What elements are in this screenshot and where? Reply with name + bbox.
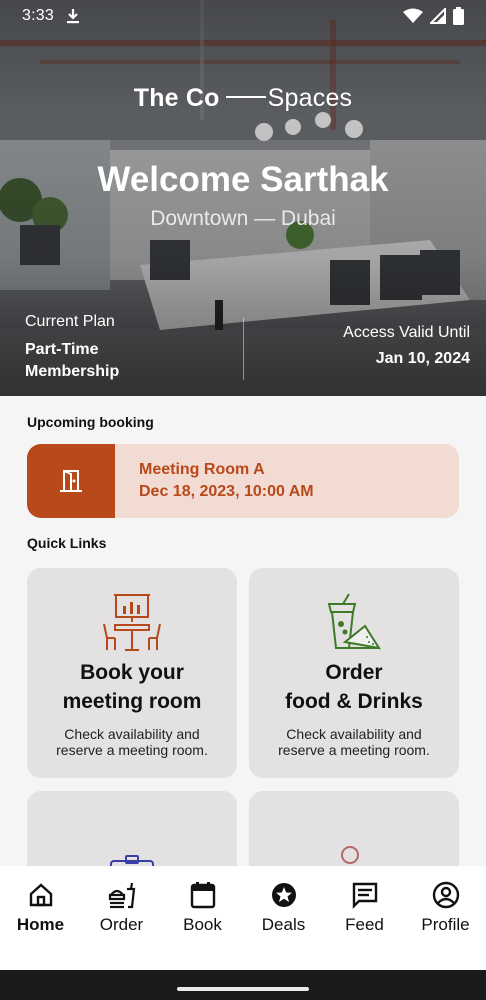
nav-book-label: Book — [183, 915, 222, 934]
user-verify-quick-link[interactable] — [249, 791, 459, 866]
home-icon — [29, 883, 52, 907]
booking-icon-box — [27, 444, 115, 518]
hero-banner: 3:33 The Co Spaces Welcome Sarthak Downto… — [0, 0, 486, 396]
access-valid-date: Jan 10, 2024 — [375, 350, 470, 367]
nav-order[interactable]: Order — [81, 866, 162, 970]
id-card-quick-link[interactable] — [27, 791, 237, 866]
booking-room-name: Meeting Room A — [139, 461, 265, 478]
card-title: Book your meeting room — [27, 658, 237, 716]
brand-dash — [225, 96, 266, 99]
wifi-icon — [403, 8, 423, 23]
upcoming-booking-title: Upcoming booking — [27, 414, 154, 430]
nav-order-label: Order — [99, 915, 144, 934]
card-icon-wrap — [27, 568, 237, 654]
nav-deals[interactable]: Deals — [243, 866, 324, 970]
user-check-icon — [341, 846, 359, 866]
card-description: Check availability and reserve a meeting… — [56, 726, 208, 758]
account-circle-icon — [432, 881, 459, 909]
nav-feed[interactable]: Feed — [324, 866, 405, 970]
card-title-line2: food & Drinks — [285, 690, 423, 713]
app-screen: 3:33 The Co Spaces Welcome Sarthak Downto… — [0, 0, 486, 1000]
nav-home[interactable]: Home — [0, 866, 81, 970]
system-navigation-bar — [0, 970, 486, 1000]
download-icon — [66, 9, 79, 24]
brand-logo: The Co Spaces — [0, 84, 486, 113]
current-plan-label: Current Plan — [25, 313, 115, 330]
home-content[interactable]: Upcoming booking Meeting Room A Dec 18, … — [0, 396, 486, 866]
access-validity-block: Access Valid Until Jan 10, 2024 — [343, 324, 470, 368]
current-plan-line1: Part-Time — [25, 341, 99, 358]
meeting-room-icon — [103, 594, 161, 651]
card-description: Check availability and reserve a meeting… — [278, 726, 430, 758]
booking-datetime: Dec 18, 2023, 10:00 AM — [139, 483, 314, 500]
card-title-line2: meeting room — [62, 690, 202, 713]
door-icon — [60, 470, 82, 492]
calendar-icon — [190, 882, 215, 909]
current-plan-block: Current Plan Part-Time Membership — [25, 313, 119, 383]
food-drink-icon — [327, 593, 382, 650]
card-title-line1: Book your — [80, 661, 184, 684]
chat-icon — [352, 882, 377, 909]
brand-name-part1: The Co — [133, 84, 220, 112]
upcoming-booking-card[interactable]: Meeting Room A Dec 18, 2023, 10:00 AM — [27, 444, 459, 518]
location-label: Downtown — Dubai — [150, 207, 336, 230]
star-badge-icon — [271, 883, 296, 907]
welcome-heading: Welcome Sarthak — [97, 160, 389, 199]
current-plan-line2: Membership — [25, 363, 120, 380]
bottom-navigation: Home Order Book Deals Feed Profile — [0, 866, 486, 970]
home-gesture-handle[interactable] — [177, 987, 309, 991]
order-food-drinks-card[interactable]: Order food & Drinks Check availability a… — [249, 568, 459, 778]
nav-profile[interactable]: Profile — [405, 866, 486, 970]
book-meeting-room-card[interactable]: Book your meeting room Check availabilit… — [27, 568, 237, 778]
battery-icon — [453, 7, 464, 25]
nav-book[interactable]: Book — [162, 866, 243, 970]
nav-feed-label: Feed — [345, 915, 384, 934]
nav-home-label: Home — [16, 915, 65, 934]
access-valid-label: Access Valid Until — [343, 324, 470, 341]
nav-deals-label: Deals — [261, 915, 306, 934]
plan-divider — [243, 318, 244, 380]
card-title-line1: Order — [325, 661, 383, 684]
nav-profile-label: Profile — [421, 915, 470, 934]
brand-name-part2: Spaces — [267, 84, 353, 112]
quick-links-title: Quick Links — [27, 535, 107, 551]
card-title: Order food & Drinks — [249, 658, 459, 716]
booking-details: Meeting Room A Dec 18, 2023, 10:00 AM — [115, 444, 314, 518]
signal-icon — [430, 8, 446, 24]
card-icon-wrap — [249, 791, 459, 866]
card-icon-wrap — [27, 791, 237, 866]
status-bar: 3:33 — [0, 0, 486, 32]
card-icon-wrap — [249, 568, 459, 654]
status-time: 3:33 — [22, 7, 54, 24]
fastfood-icon — [108, 882, 135, 909]
id-card-icon — [110, 855, 154, 866]
